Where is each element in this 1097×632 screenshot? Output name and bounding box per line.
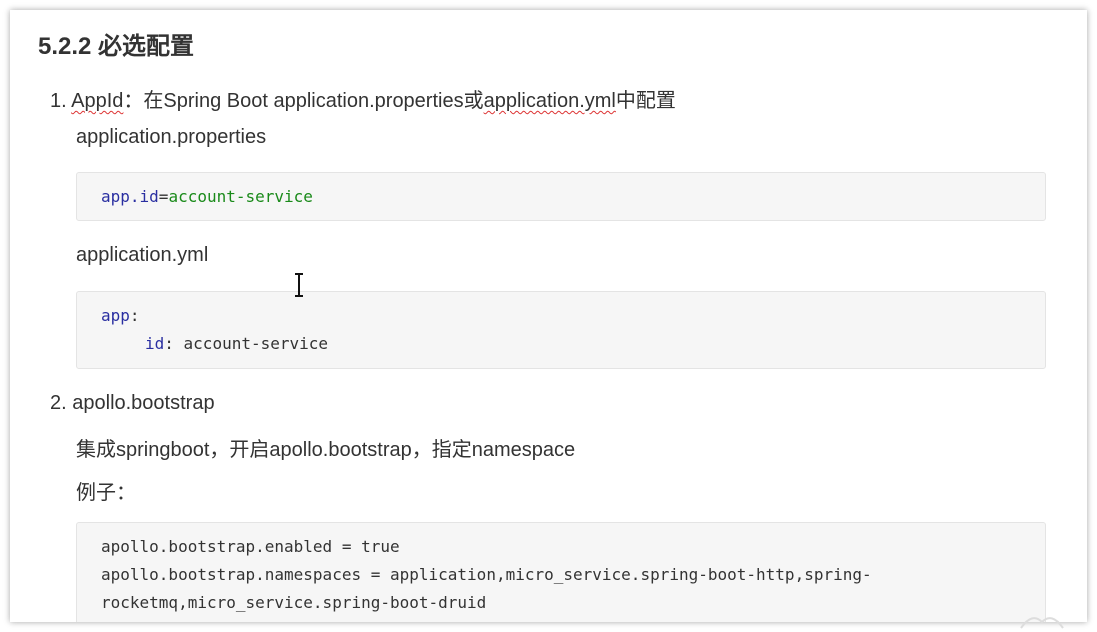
decoration-icon (1020, 617, 1064, 629)
appid-text-b: 中配置 (615, 90, 676, 112)
code-block-yml: app: id: account-service (76, 291, 1046, 369)
example-label: 例子： (76, 482, 136, 504)
code-key: app.id (101, 187, 159, 206)
list-item-appid: 1. AppId：在Spring Boot application.proper… (50, 84, 676, 113)
yml-colon: : (164, 334, 174, 353)
code-line: app.id=account-service (101, 187, 313, 206)
appid-term: AppId (71, 90, 124, 112)
yml-key-app: app (101, 306, 130, 325)
bootstrap-text: apollo.bootstrap (72, 392, 215, 414)
document-content: 5.2.2 必选配置 1. AppId：在Spring Boot applica… (10, 10, 1087, 622)
yml-label: application.yml (76, 244, 209, 266)
code-line: id: account-service (145, 334, 328, 353)
yml-key-id: id (145, 334, 165, 353)
code-block-bootstrap: apollo.bootstrap.enabled = true apollo.b… (76, 522, 1046, 622)
code-value: account-service (168, 187, 313, 206)
list-number: 1. (50, 90, 67, 112)
code-line: apollo.bootstrap.namespaces = applicatio… (101, 565, 872, 584)
section-heading: 5.2.2 必选配置 (38, 33, 195, 60)
code-line: rocketmq,micro_service.spring-boot-druid (101, 593, 487, 612)
code-line: app: (101, 306, 140, 325)
properties-label: application.properties (76, 126, 267, 148)
code-eq: = (158, 187, 169, 206)
appid-text-a: ：在Spring Boot application.properties或 (123, 90, 484, 112)
bootstrap-description: 集成springboot，开启apollo.bootstrap，指定namesp… (76, 439, 576, 461)
yml-term: application.yml (483, 90, 616, 112)
text-cursor-icon (295, 273, 303, 297)
code-block-properties: app.id=account-service (76, 172, 1046, 221)
document-window: 5.2.2 必选配置 1. AppId：在Spring Boot applica… (10, 10, 1087, 622)
code-line: apollo.bootstrap.enabled = true (101, 537, 400, 556)
yml-value: account-service (173, 334, 329, 353)
list-item-bootstrap: 2. apollo.bootstrap (50, 392, 215, 415)
list-number: 2. (50, 392, 67, 414)
yml-colon: : (129, 306, 140, 325)
